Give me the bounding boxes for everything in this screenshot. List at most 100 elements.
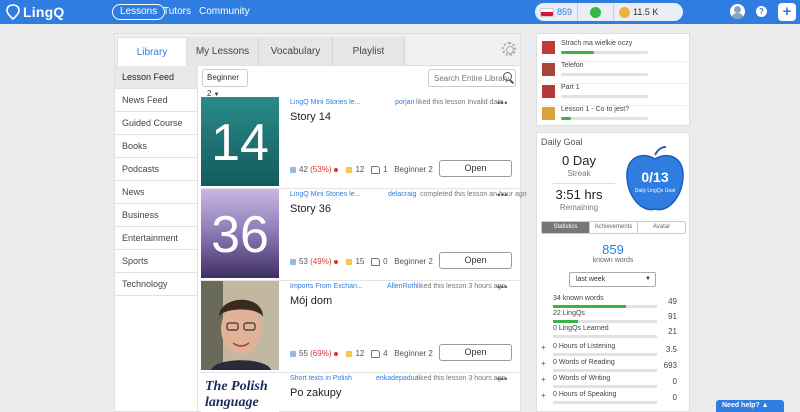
likes-count: 0 — [383, 257, 388, 266]
recent-lesson-title: Part 1 — [561, 84, 580, 91]
lesson-title[interactable]: Story 36 — [290, 203, 331, 215]
user-link[interactable]: enkadepadua — [376, 375, 418, 382]
streak-days: 0 Day — [562, 153, 596, 168]
collection-link[interactable]: Imports From Exchan... — [290, 283, 363, 290]
lesson-thumbnail[interactable]: 14 — [201, 97, 279, 186]
more-options-icon[interactable]: ••• — [497, 282, 508, 292]
lesson-level: Beginner 2 — [394, 165, 433, 174]
add-reading-icon[interactable]: + — [541, 359, 546, 368]
stat-row: + 0 Words of Writing 0 — [537, 375, 689, 389]
thumbs-up-icon[interactable] — [371, 257, 381, 266]
status-dot — [334, 351, 339, 356]
recent-lesson[interactable]: Lesson 1 - Co to jest? — [542, 104, 687, 128]
nav-community[interactable]: Community — [192, 4, 257, 20]
sidebar-item-technology[interactable]: Technology — [115, 273, 197, 296]
level-filter[interactable]: Beginner 2 ▼ — [202, 69, 248, 98]
period-value: last week — [576, 276, 606, 283]
stat-label: 22 LingQs — [553, 310, 585, 317]
recent-lesson[interactable]: Strach ma wielkie oczy — [542, 38, 687, 62]
stat-label: 0 Hours of Speaking — [553, 391, 617, 398]
divider — [553, 183, 615, 184]
library-tabs: Library My Lessons Vocabulary Playlist — [115, 34, 520, 67]
recent-lesson-thumbnail — [542, 63, 555, 76]
add-writing-icon[interactable]: + — [541, 375, 546, 384]
sidebar-item-entertainment[interactable]: Entertainment — [115, 227, 197, 250]
tab-statistics[interactable]: Statistics — [542, 222, 590, 233]
collection-link[interactable]: LingQ Mini Stories le... — [290, 191, 360, 198]
remaining-label: Remaining — [559, 203, 599, 212]
coins-stat[interactable]: 11.5 K — [614, 3, 663, 21]
stat-value: 0 — [672, 393, 677, 402]
need-help-button[interactable]: Need help? ▲ — [716, 400, 784, 412]
more-options-icon[interactable]: ••• — [497, 374, 508, 384]
open-lesson-button[interactable]: Open — [439, 160, 512, 177]
words-icon — [290, 258, 296, 265]
lesson-stats: 55 (69%) 12 4 Beginner 2 — [290, 349, 433, 358]
sidebar-item-news[interactable]: News — [115, 181, 197, 204]
user-link[interactable]: AllenRoth — [387, 283, 417, 290]
lesson-card: The Polish language Short texts in Polis… — [201, 373, 519, 412]
daily-goal-stat[interactable] — [578, 3, 615, 21]
library-sidebar: Lesson Feed News Feed Guided Course Book… — [115, 66, 197, 296]
lingq-logo[interactable]: LingQ — [6, 3, 64, 21]
lesson-title[interactable]: Mój dom — [290, 295, 332, 307]
open-lesson-button[interactable]: Open — [439, 252, 512, 269]
sidebar-item-news-feed[interactable]: News Feed — [115, 89, 197, 112]
tab-my-lessons[interactable]: My Lessons — [187, 37, 259, 66]
user-link[interactable]: delacraig — [388, 191, 416, 198]
level-filter-value: Beginner 2 — [207, 73, 240, 98]
stat-label: 34 known words — [553, 295, 604, 302]
sidebar-item-sports[interactable]: Sports — [115, 250, 197, 273]
recent-lesson-thumbnail — [542, 41, 555, 54]
lesson-title[interactable]: Po zakupy — [290, 387, 341, 399]
sidebar-item-business[interactable]: Business — [115, 204, 197, 227]
sidebar-item-books[interactable]: Books — [115, 135, 197, 158]
stat-row: 34 known words 49 — [537, 295, 689, 309]
tab-vocabulary[interactable]: Vocabulary — [259, 37, 333, 66]
stat-value: 3.5 — [665, 345, 677, 354]
lingqs-goal-label: Daily LingQs Goal — [634, 188, 676, 194]
add-speaking-icon[interactable]: + — [541, 391, 546, 400]
collection-link[interactable]: LingQ Mini Stories le... — [290, 99, 360, 106]
thumbs-up-icon[interactable] — [371, 349, 381, 358]
user-avatar[interactable] — [730, 4, 745, 19]
more-options-icon[interactable]: ••• — [497, 98, 508, 108]
add-lesson-button[interactable]: + — [778, 3, 796, 21]
recent-lessons-panel: Strach ma wielkie oczy Telefon Part 1 Le… — [536, 33, 690, 126]
add-listening-icon[interactable]: + — [541, 343, 546, 352]
hours-remaining: 3:51 hrs — [555, 187, 603, 202]
stat-label: 0 Words of Writing — [553, 375, 611, 382]
open-lesson-button[interactable]: Open — [439, 344, 512, 361]
lesson-title[interactable]: Story 14 — [290, 111, 331, 123]
period-select[interactable]: last week ▼ — [569, 272, 656, 287]
language-stat[interactable]: 859 — [535, 3, 579, 21]
activity-text: liked this lesson 3 hours ago — [417, 375, 506, 382]
lesson-thumbnail[interactable]: 36 — [201, 189, 279, 278]
stat-progress — [553, 320, 657, 323]
tab-avatar[interactable]: Avatar — [638, 222, 685, 233]
stat-label: 0 Hours of Listening — [553, 343, 616, 350]
lingqs-count: 12 — [355, 349, 365, 358]
tab-achievements[interactable]: Achievements — [590, 222, 638, 233]
lesson-thumbnail[interactable]: The Polish language — [201, 373, 279, 412]
new-words-percent: (69%) — [310, 349, 332, 358]
sidebar-item-lesson-feed[interactable]: Lesson Feed — [115, 66, 197, 89]
sidebar-item-podcasts[interactable]: Podcasts — [115, 158, 197, 181]
coins-count: 11.5 K — [633, 7, 659, 17]
likes-count: 4 — [383, 349, 388, 358]
apple-icon — [590, 6, 602, 18]
collection-link[interactable]: Short texts in Polish — [290, 375, 352, 382]
recent-lesson[interactable]: Part 1 — [542, 82, 687, 106]
tab-library[interactable]: Library — [117, 37, 187, 67]
thumbs-up-icon[interactable] — [371, 165, 381, 174]
help-icon[interactable]: ? — [756, 6, 767, 17]
activity-text: completed this lesson an hour ago — [420, 191, 527, 198]
settings-gear-icon[interactable] — [502, 42, 516, 56]
sidebar-item-guided-course[interactable]: Guided Course — [115, 112, 197, 135]
more-options-icon[interactable]: ••• — [497, 190, 508, 200]
user-link[interactable]: porjan — [395, 99, 414, 106]
lesson-photo[interactable] — [201, 281, 279, 370]
tab-playlist[interactable]: Playlist — [333, 37, 405, 66]
search-icon[interactable] — [502, 71, 515, 84]
recent-lesson[interactable]: Telefon — [542, 60, 687, 84]
